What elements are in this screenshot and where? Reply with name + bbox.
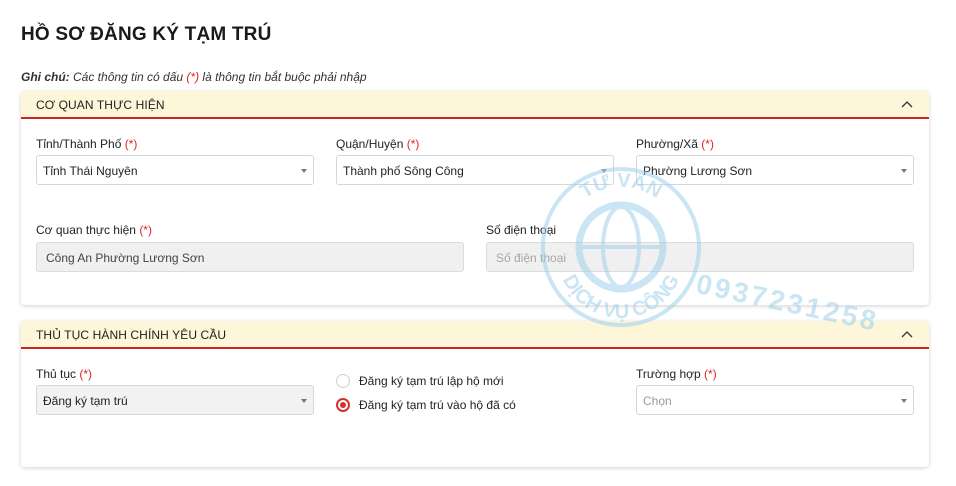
- note-text-before: Các thông tin có dấu: [69, 70, 187, 84]
- caret-down-icon: [301, 399, 307, 403]
- page-title: HỒ SƠ ĐĂNG KÝ TẠM TRÚ: [21, 24, 272, 45]
- radio-new-household-label[interactable]: Đăng ký tạm trú lập hộ mới: [359, 374, 504, 388]
- agency-field[interactable]: Công An Phường Lương Sơn: [36, 242, 464, 272]
- procedure-section: THỦ TỤC HÀNH CHÍNH YÊU CẦU Thủ tục (*) Đ…: [21, 321, 929, 467]
- caret-down-icon: [901, 169, 907, 173]
- phone-label: Số điện thoại: [486, 223, 557, 237]
- caret-down-icon: [301, 169, 307, 173]
- note-label: Ghi chú:: [21, 70, 70, 84]
- note-text-after: là thông tin bắt buộc phải nhập: [199, 70, 367, 84]
- agency-value: Công An Phường Lương Sơn: [46, 251, 205, 265]
- caret-down-icon: [901, 399, 907, 403]
- agency-section-title: CƠ QUAN THỰC HIỆN: [36, 98, 165, 112]
- ward-label: Phường/Xã (*): [636, 137, 714, 151]
- note-required-mark: (*): [186, 70, 200, 84]
- case-select[interactable]: Chọn: [636, 385, 914, 415]
- procedure-section-title: THỦ TỤC HÀNH CHÍNH YÊU CẦU: [36, 328, 227, 342]
- procedure-select[interactable]: Đăng ký tạm trú: [36, 385, 314, 415]
- province-label: Tỉnh/Thành Phố (*): [36, 137, 138, 151]
- phone-field[interactable]: Số điện thoại: [486, 242, 914, 272]
- phone-placeholder: Số điện thoại: [496, 251, 567, 265]
- ward-value: Phường Lương Sơn: [643, 164, 753, 178]
- case-placeholder: Chọn: [643, 394, 672, 408]
- agency-section-header[interactable]: CƠ QUAN THỰC HIỆN: [21, 91, 929, 119]
- ward-select[interactable]: Phường Lương Sơn: [636, 155, 914, 185]
- agency-section: CƠ QUAN THỰC HIỆN Tỉnh/Thành Phố (*) Tỉn…: [21, 91, 929, 305]
- radio-existing-household[interactable]: [336, 398, 350, 412]
- caret-down-icon: [601, 169, 607, 173]
- procedure-value: Đăng ký tạm trú: [43, 394, 128, 408]
- agency-label: Cơ quan thực hiện (*): [36, 223, 152, 237]
- district-label: Quận/Huyện (*): [336, 137, 420, 151]
- radio-new-household[interactable]: [336, 374, 350, 388]
- province-value: Tỉnh Thái Nguyên: [43, 164, 138, 178]
- province-select[interactable]: Tỉnh Thái Nguyên: [36, 155, 314, 185]
- district-value: Thành phố Sông Công: [343, 164, 464, 178]
- procedure-section-header[interactable]: THỦ TỤC HÀNH CHÍNH YÊU CẦU: [21, 321, 929, 349]
- case-label: Trường hợp (*): [636, 367, 717, 381]
- chevron-up-icon[interactable]: [901, 99, 913, 111]
- radio-existing-household-label[interactable]: Đăng ký tạm trú vào hộ đã có: [359, 398, 516, 412]
- district-select[interactable]: Thành phố Sông Công: [336, 155, 614, 185]
- required-note: Ghi chú: Các thông tin có dấu (*) là thô…: [21, 70, 367, 84]
- procedure-label: Thủ tục (*): [36, 367, 93, 381]
- chevron-up-icon[interactable]: [901, 329, 913, 341]
